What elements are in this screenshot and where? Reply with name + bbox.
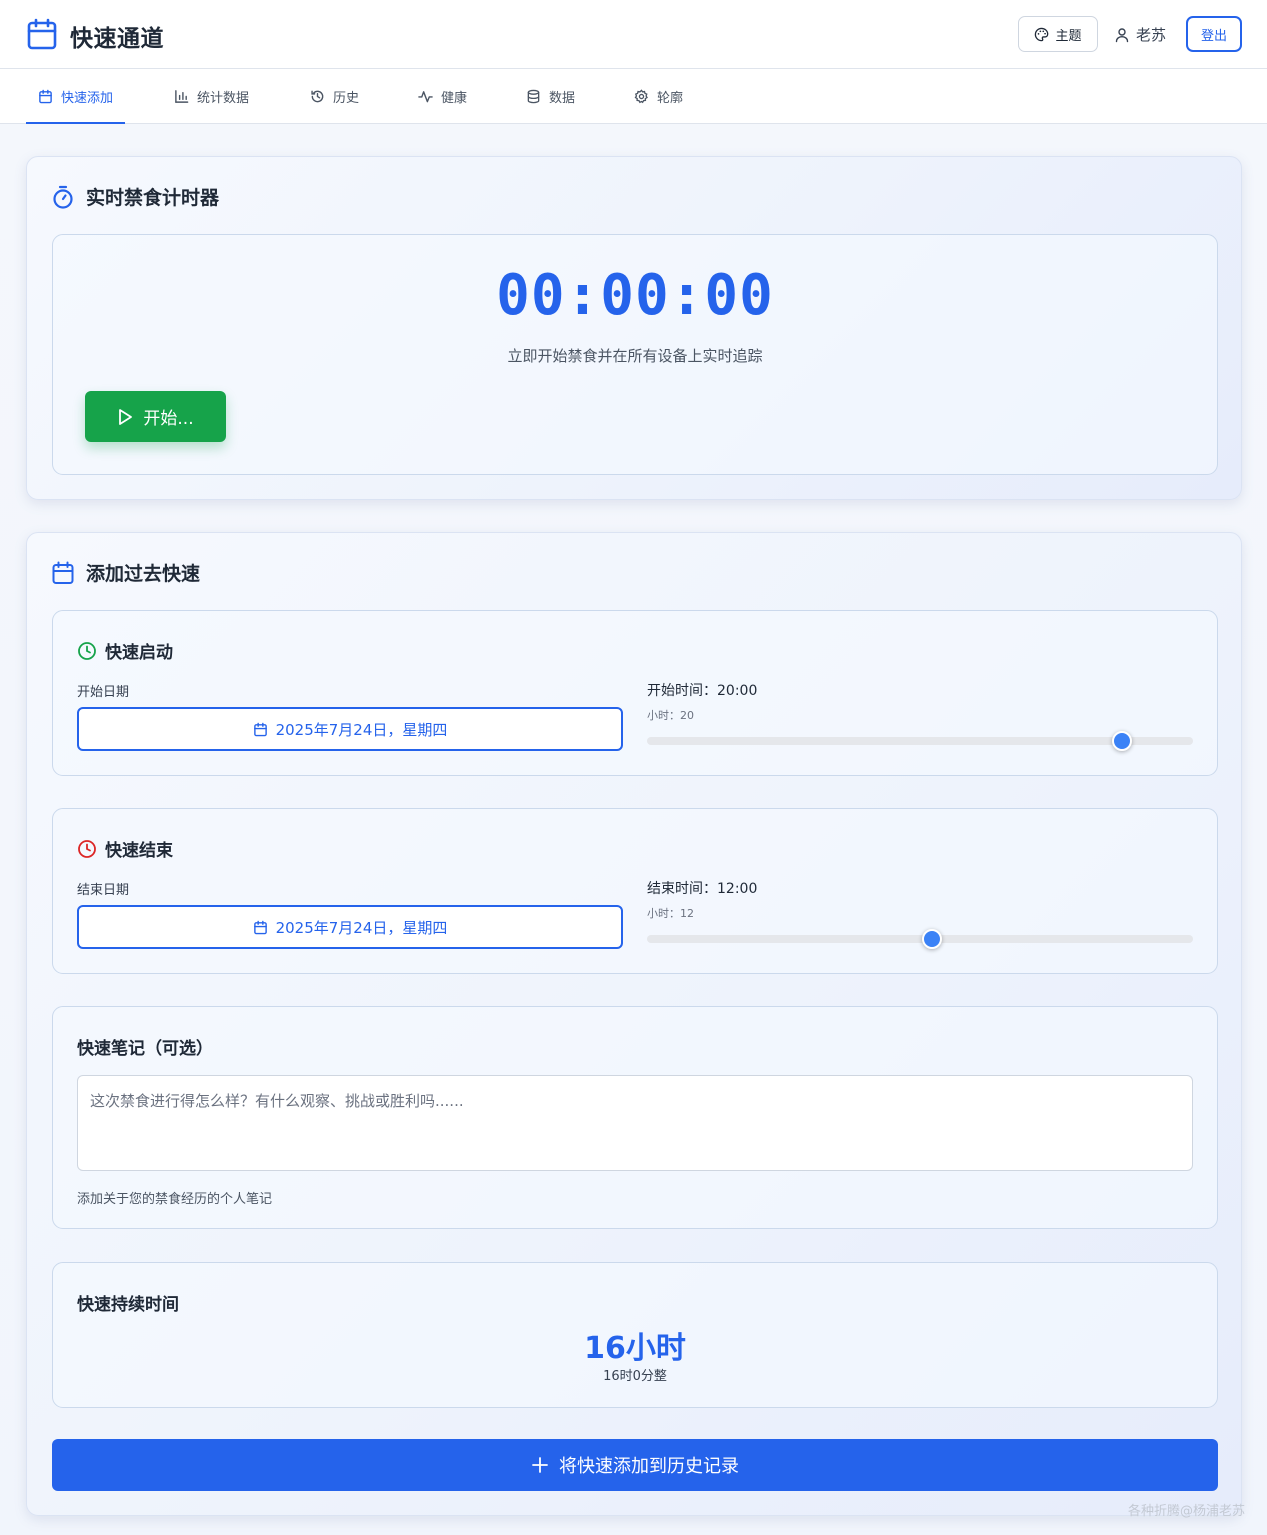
live-timer-card: 实时禁食计时器 00:00:00 立即开始禁食并在所有设备上实时追踪 开始... bbox=[26, 156, 1242, 500]
start-date-value: 2025年7月24日，星期四 bbox=[275, 720, 448, 739]
tab-label: 数据 bbox=[549, 91, 576, 106]
duration-panel: 快速持续时间 16小时 16时0分整 bbox=[52, 1262, 1218, 1408]
duration-heading: 快速持续时间 bbox=[77, 1295, 179, 1315]
fast-start-panel: 快速启动 开始日期 2025年7月24日，星期四 开始时间：20:00 小时：2… bbox=[52, 610, 1218, 776]
stopwatch-icon bbox=[52, 185, 74, 209]
end-date-label: 结束日期 bbox=[77, 883, 130, 898]
past-title-text: 添加过去快速 bbox=[86, 563, 201, 585]
tab-history[interactable]: 历史 bbox=[310, 69, 359, 124]
add-to-history-button[interactable]: 将快速添加到历史记录 bbox=[52, 1439, 1218, 1491]
fast-end-heading: 快速结束 bbox=[77, 836, 173, 861]
bar-chart-icon bbox=[174, 89, 189, 104]
clock-icon bbox=[77, 839, 97, 859]
fast-end-heading-text: 快速结束 bbox=[105, 841, 173, 861]
calendar-icon bbox=[253, 722, 268, 737]
timer-title-text: 实时禁食计时器 bbox=[86, 187, 220, 209]
user-icon bbox=[1114, 27, 1130, 43]
tab-quick-add[interactable]: 快速添加 bbox=[25, 69, 126, 124]
play-icon bbox=[117, 408, 133, 426]
tab-label: 统计数据 bbox=[197, 91, 250, 106]
tab-profile[interactable]: 轮廓 bbox=[634, 69, 683, 124]
start-date-picker[interactable]: 2025年7月24日，星期四 bbox=[77, 707, 623, 751]
start-fast-button[interactable]: 开始... bbox=[85, 391, 226, 442]
tab-label: 快速添加 bbox=[61, 91, 114, 106]
duration-value: 16小时 bbox=[584, 1331, 686, 1366]
timer-subtitle: 立即开始禁食并在所有设备上实时追踪 bbox=[507, 347, 763, 365]
calendar-icon bbox=[253, 920, 268, 935]
theme-button[interactable]: 主题 bbox=[1018, 16, 1098, 52]
database-icon bbox=[526, 89, 541, 104]
tab-label: 历史 bbox=[333, 91, 360, 106]
notes-hint: 添加关于您的禁食经历的个人笔记 bbox=[77, 1192, 273, 1207]
user-name: 老苏 bbox=[1136, 26, 1167, 44]
plus-icon bbox=[531, 1456, 549, 1474]
end-hour-slider-thumb[interactable] bbox=[921, 929, 942, 949]
tab-label: 轮廓 bbox=[657, 91, 684, 106]
tab-statistics[interactable]: 统计数据 bbox=[174, 69, 249, 124]
add-to-history-label: 将快速添加到历史记录 bbox=[559, 1456, 739, 1477]
end-date-value: 2025年7月24日，星期四 bbox=[275, 918, 448, 937]
clock-icon bbox=[77, 641, 97, 661]
end-hour-slider[interactable] bbox=[647, 929, 1193, 949]
palette-icon bbox=[1034, 27, 1049, 42]
fast-start-heading: 快速启动 bbox=[77, 638, 173, 663]
tab-bar: 快速添加 统计数据 历史 健康 数据 轮廓 bbox=[0, 69, 1267, 124]
calendar-icon bbox=[38, 89, 53, 104]
start-hour-label: 小时：20 bbox=[647, 709, 694, 722]
theme-label: 主题 bbox=[1055, 28, 1082, 44]
app-header: 快速通道 主题 老苏 登出 bbox=[0, 0, 1267, 69]
fast-end-panel: 快速结束 结束日期 2025年7月24日，星期四 结束时间：12:00 小时：1… bbox=[52, 808, 1218, 974]
activity-icon bbox=[418, 89, 433, 104]
notes-textarea[interactable] bbox=[77, 1075, 1193, 1171]
fast-start-heading-text: 快速启动 bbox=[105, 643, 173, 663]
notes-panel: 快速笔记（可选） 添加关于您的禁食经历的个人笔记 bbox=[52, 1006, 1218, 1229]
end-time-label: 结束时间：12:00 bbox=[647, 881, 758, 897]
tab-label: 健康 bbox=[441, 91, 468, 106]
tab-health[interactable]: 健康 bbox=[418, 69, 467, 124]
timer-card-title: 实时禁食计时器 bbox=[52, 183, 219, 210]
user-info: 老苏 bbox=[1114, 24, 1166, 45]
start-time-label: 开始时间：20:00 bbox=[647, 683, 758, 699]
end-date-picker[interactable]: 2025年7月24日，星期四 bbox=[77, 905, 623, 949]
start-hour-slider-thumb[interactable] bbox=[1111, 731, 1132, 751]
duration-detail: 16时0分整 bbox=[603, 1369, 667, 1384]
start-label: 开始... bbox=[143, 409, 194, 429]
end-hour-label: 小时：12 bbox=[647, 907, 694, 920]
notes-heading: 快速笔记（可选） bbox=[77, 1039, 213, 1059]
watermark: 各种折腾@杨浦老苏 bbox=[1128, 1504, 1246, 1519]
start-hour-slider[interactable] bbox=[647, 731, 1193, 751]
calendar-icon bbox=[52, 561, 74, 585]
start-date-label: 开始日期 bbox=[77, 685, 130, 700]
tab-data[interactable]: 数据 bbox=[526, 69, 575, 124]
calendar-icon bbox=[27, 18, 57, 50]
add-past-fast-card: 添加过去快速 快速启动 开始日期 2025年7月24日，星期四 开始时间：20:… bbox=[26, 532, 1242, 1516]
app-title: 快速通道 bbox=[70, 26, 164, 52]
past-card-title: 添加过去快速 bbox=[52, 559, 200, 586]
history-icon bbox=[310, 89, 325, 104]
gear-icon bbox=[634, 89, 649, 104]
logout-button[interactable]: 登出 bbox=[1186, 16, 1242, 52]
timer-display: 00:00:00 bbox=[496, 263, 774, 328]
timer-panel: 00:00:00 立即开始禁食并在所有设备上实时追踪 开始... bbox=[52, 234, 1218, 475]
